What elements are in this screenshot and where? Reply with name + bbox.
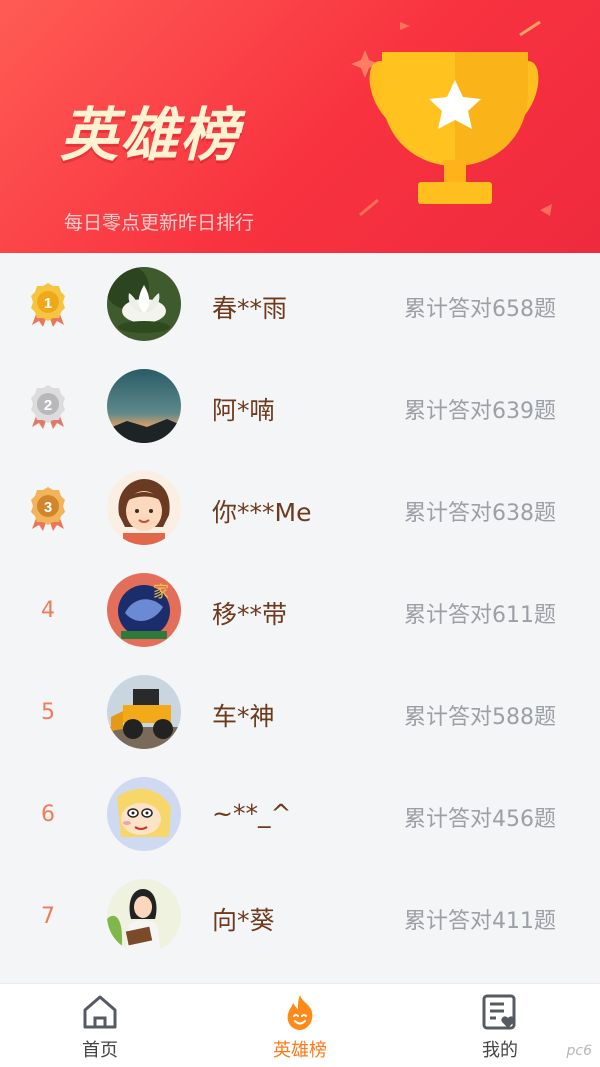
bronze-medal-icon: 3 bbox=[22, 483, 74, 533]
answer-count: 累计答对588题 bbox=[404, 705, 556, 730]
tab-leaderboard[interactable]: 英雄榜 bbox=[240, 992, 360, 1064]
avatar[interactable] bbox=[107, 675, 181, 749]
rank-number: 2 bbox=[44, 397, 52, 414]
leaderboard-row[interactable]: 7 向*葵 累计答对411题 bbox=[0, 865, 600, 967]
tab-profile[interactable]: 我的 bbox=[440, 992, 560, 1064]
rank-cell: 4 bbox=[22, 585, 74, 635]
leaderboard-row[interactable]: 3 你***Me 累计答对638题 bbox=[0, 457, 600, 559]
tab-label-profile: 我的 bbox=[482, 1040, 518, 1061]
avatar[interactable]: 家 bbox=[107, 573, 181, 647]
leaderboard-row[interactable]: 2 阿*喃 累计答对639题 bbox=[0, 355, 600, 457]
leaderboard-row[interactable]: 4 家移**带 累计答对611题 bbox=[0, 559, 600, 661]
tab-label-home: 首页 bbox=[82, 1040, 118, 1061]
rank-number: 4 bbox=[41, 597, 55, 623]
answer-count: 累计答对639题 bbox=[404, 399, 556, 424]
user-name: 你***Me bbox=[212, 498, 312, 527]
flame-icon bbox=[287, 995, 313, 1030]
rank-number: 3 bbox=[44, 499, 52, 516]
user-name: ~**_^ bbox=[212, 799, 292, 828]
gold-medal-icon: 1 bbox=[22, 279, 74, 329]
rank-number: 6 bbox=[41, 801, 55, 827]
rank-number: 1 bbox=[44, 295, 52, 312]
trophy-star-icon bbox=[351, 20, 552, 217]
answer-count: 累计答对638题 bbox=[404, 501, 556, 526]
leaderboard-row[interactable]: 5 车*神 累计答对588题 bbox=[0, 661, 600, 763]
user-name: 春**雨 bbox=[212, 294, 288, 323]
answer-count: 累计答对456题 bbox=[404, 807, 556, 832]
rank-cell: 6 bbox=[22, 789, 74, 839]
avatar[interactable] bbox=[107, 471, 181, 545]
rank-cell: 7 bbox=[22, 891, 74, 941]
bottom-tab-bar: 首页 英雄榜 我的 pc6 bbox=[0, 983, 600, 1067]
svg-text:家: 家 bbox=[153, 582, 169, 601]
tab-label-leaderboard: 英雄榜 bbox=[273, 1040, 327, 1061]
leaderboard-header: 英雄榜 每日零点更新昨日排行 bbox=[0, 0, 600, 253]
avatar[interactable] bbox=[107, 267, 181, 341]
answer-count: 累计答对658题 bbox=[404, 297, 556, 322]
avatar[interactable] bbox=[107, 777, 181, 851]
watermark: pc6 bbox=[566, 1043, 593, 1059]
avatar[interactable] bbox=[107, 879, 181, 953]
home-icon bbox=[83, 995, 117, 1029]
answer-count: 累计答对611题 bbox=[404, 603, 556, 628]
user-name: 车*神 bbox=[212, 702, 275, 731]
profile-card-icon bbox=[482, 994, 516, 1030]
silver-medal-icon: 2 bbox=[22, 381, 74, 431]
rank-number: 7 bbox=[41, 903, 55, 929]
user-name: 向*葵 bbox=[212, 906, 275, 935]
answer-count: 累计答对411题 bbox=[404, 909, 556, 934]
page-title: 英雄榜 bbox=[60, 101, 241, 169]
avatar[interactable] bbox=[107, 369, 181, 443]
leaderboard-row[interactable]: 1 春**雨 累计答对658题 bbox=[0, 253, 600, 355]
tab-home[interactable]: 首页 bbox=[40, 992, 160, 1064]
rank-cell: 5 bbox=[22, 687, 74, 737]
user-name: 移**带 bbox=[212, 600, 288, 629]
leaderboard-row[interactable]: 6 ~**_^ 累计答对456题 bbox=[0, 763, 600, 865]
user-name: 阿*喃 bbox=[212, 396, 275, 425]
page-subtitle: 每日零点更新昨日排行 bbox=[64, 212, 255, 234]
rank-number: 5 bbox=[41, 699, 55, 725]
leaderboard-list: 1 春**雨 累计答对658题 2 阿*喃 累计答对639题 3 你***Me 累计答对638题… bbox=[0, 253, 600, 967]
